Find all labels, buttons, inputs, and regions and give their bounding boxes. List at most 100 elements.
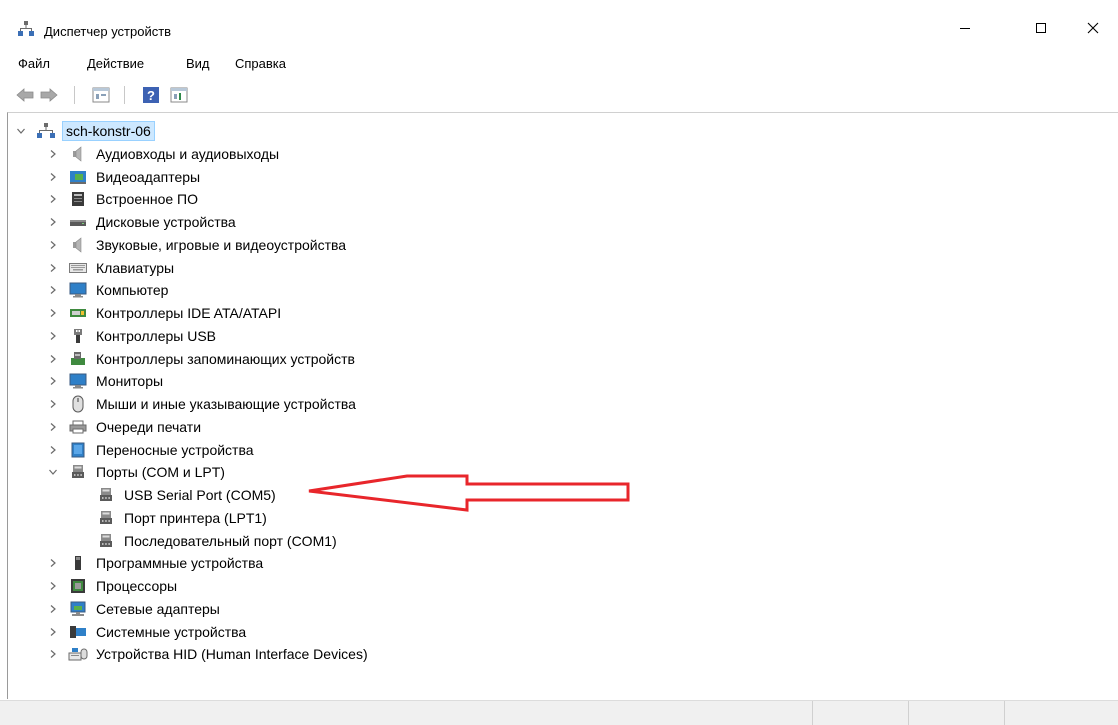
tree-category[interactable]: Устройства HID (Human Interface Devices) xyxy=(46,643,370,665)
chevron-right-icon[interactable] xyxy=(46,261,60,275)
tree-category[interactable]: Контроллеры IDE ATA/ATAPI xyxy=(46,302,283,324)
tree-category[interactable]: Встроенное ПО xyxy=(46,188,200,210)
device-manager-icon xyxy=(18,21,34,37)
chevron-right-icon[interactable] xyxy=(46,374,60,388)
chevron-right-icon[interactable] xyxy=(46,625,60,639)
port-icon xyxy=(96,487,116,503)
tree-item-label: Системные устройства xyxy=(96,623,247,640)
menu-view[interactable]: Вид xyxy=(186,56,210,72)
properties-icon[interactable] xyxy=(90,84,112,106)
chevron-right-icon[interactable] xyxy=(46,306,60,320)
tree-item-label: Клавиатуры xyxy=(96,259,175,276)
title-bar[interactable]: Диспетчер устройств xyxy=(0,0,1118,46)
tree-item-label: Программные устройства xyxy=(96,555,264,572)
forward-arrow-icon[interactable] xyxy=(38,84,60,106)
tree-category[interactable]: Клавиатуры xyxy=(46,257,176,279)
chevron-right-icon[interactable] xyxy=(46,215,60,229)
chevron-right-icon[interactable] xyxy=(46,556,60,570)
network-adapter-icon xyxy=(68,601,88,617)
display-adapter-icon xyxy=(68,169,88,185)
status-bar xyxy=(0,700,1118,725)
help-icon[interactable]: ? xyxy=(140,84,162,106)
window-title: Диспетчер устройств xyxy=(44,24,172,39)
mouse-icon xyxy=(68,395,88,413)
chevron-right-icon[interactable] xyxy=(46,420,60,434)
portable-device-icon xyxy=(68,442,88,458)
chevron-right-icon[interactable] xyxy=(46,192,60,206)
tree-category[interactable]: Программные устройства xyxy=(46,552,265,574)
device-tree[interactable]: sch-konstr-06 Аудиовходы и аудиовыходы Вид… xyxy=(7,112,1118,699)
tree-category[interactable]: Очереди печати xyxy=(46,416,203,438)
tree-category[interactable]: Переносные устройства xyxy=(46,439,256,461)
speaker-icon xyxy=(68,146,88,162)
tree-item-label: Сетевые адаптеры xyxy=(96,600,220,617)
maximize-button[interactable] xyxy=(1018,8,1064,48)
chevron-right-icon[interactable] xyxy=(46,443,60,457)
tree-category[interactable]: Компьютер xyxy=(46,279,170,301)
chevron-right-icon[interactable] xyxy=(46,602,60,616)
chevron-down-icon[interactable] xyxy=(46,465,60,479)
tree-item-label: Переносные устройства xyxy=(96,441,254,458)
storage-controller-icon xyxy=(68,351,88,367)
close-button[interactable] xyxy=(1070,8,1116,48)
tree-item-label: Контроллеры запоминающих устройств xyxy=(96,350,355,367)
tree-device[interactable]: Порт принтера (LPT1) xyxy=(96,507,269,529)
tree-item-label: Компьютер xyxy=(96,282,169,299)
toolbar-separator xyxy=(74,86,75,104)
chevron-right-icon[interactable] xyxy=(46,147,60,161)
tree-root[interactable]: sch-konstr-06 xyxy=(14,120,155,142)
tree-category[interactable]: Процессоры xyxy=(46,575,179,597)
tree-category[interactable]: Порты (COM и LPT) xyxy=(46,461,227,483)
printer-icon xyxy=(68,419,88,435)
monitor-icon xyxy=(68,373,88,389)
tree-item-label: Мыши и иные указывающие устройства xyxy=(96,396,356,412)
tree-category[interactable]: Дисковые устройства xyxy=(46,211,238,233)
tree-category[interactable]: Аудиовходы и аудиовыходы xyxy=(46,143,281,165)
tree-device[interactable]: USB Serial Port (COM5) xyxy=(96,484,278,506)
system-device-icon xyxy=(68,624,88,640)
back-arrow-icon[interactable] xyxy=(14,84,36,106)
tree-device[interactable]: Последовательный порт (COM1) xyxy=(96,530,339,552)
tree-category[interactable]: Звуковые, игровые и видеоустройства xyxy=(46,234,348,256)
tree-item-label: Порты (COM и LPT) xyxy=(96,464,225,481)
toolbar-separator xyxy=(124,86,125,104)
chevron-down-icon[interactable] xyxy=(14,124,28,138)
tree-item-label: Встроенное ПО xyxy=(96,191,198,208)
chevron-right-icon[interactable] xyxy=(46,283,60,297)
tree-category[interactable]: Системные устройства xyxy=(46,621,248,643)
chevron-right-icon[interactable] xyxy=(46,397,60,411)
menu-action[interactable]: Действие xyxy=(87,56,144,72)
chevron-right-icon[interactable] xyxy=(46,352,60,366)
software-device-icon xyxy=(68,555,88,571)
tree-category[interactable]: Контроллеры USB xyxy=(46,325,218,347)
menu-help[interactable]: Справка xyxy=(235,56,286,72)
tree-item-label: Видеоадаптеры xyxy=(96,168,201,185)
menu-bar: Файл Действие Вид Справка xyxy=(0,52,1118,76)
tree-item-label: Очереди печати xyxy=(96,418,202,435)
tree-device-label: USB Serial Port (COM5) xyxy=(124,487,276,503)
tree-category[interactable]: Видеоадаптеры xyxy=(46,166,202,188)
menu-file[interactable]: Файл xyxy=(18,56,50,72)
toolbar: ? xyxy=(0,80,1118,110)
tree-device-label: Последовательный порт (COM1) xyxy=(124,532,337,549)
tree-item-label: Устройства HID (Human Interface Devices) xyxy=(96,646,368,663)
chevron-right-icon[interactable] xyxy=(46,238,60,252)
tree-category[interactable]: Контроллеры запоминающих устройств xyxy=(46,348,357,370)
disk-drive-icon xyxy=(68,214,88,230)
minimize-button[interactable] xyxy=(942,8,988,48)
usb-icon xyxy=(68,328,88,344)
tree-category[interactable]: Мониторы xyxy=(46,370,165,392)
show-hidden-icon[interactable] xyxy=(168,84,190,106)
chevron-right-icon[interactable] xyxy=(46,647,60,661)
keyboard-icon xyxy=(68,260,88,276)
tree-device-label: Порт принтера (LPT1) xyxy=(124,509,267,526)
tree-category[interactable]: Мыши и иные указывающие устройства xyxy=(46,393,358,415)
computer-root-icon xyxy=(36,123,56,139)
chevron-right-icon[interactable] xyxy=(46,329,60,343)
tree-root-label: sch-konstr-06 xyxy=(62,121,155,141)
chevron-right-icon[interactable] xyxy=(46,579,60,593)
svg-text:?: ? xyxy=(147,88,155,103)
chevron-right-icon[interactable] xyxy=(46,170,60,184)
tree-item-label: Контроллеры USB xyxy=(96,327,216,344)
tree-category[interactable]: Сетевые адаптеры xyxy=(46,598,222,620)
